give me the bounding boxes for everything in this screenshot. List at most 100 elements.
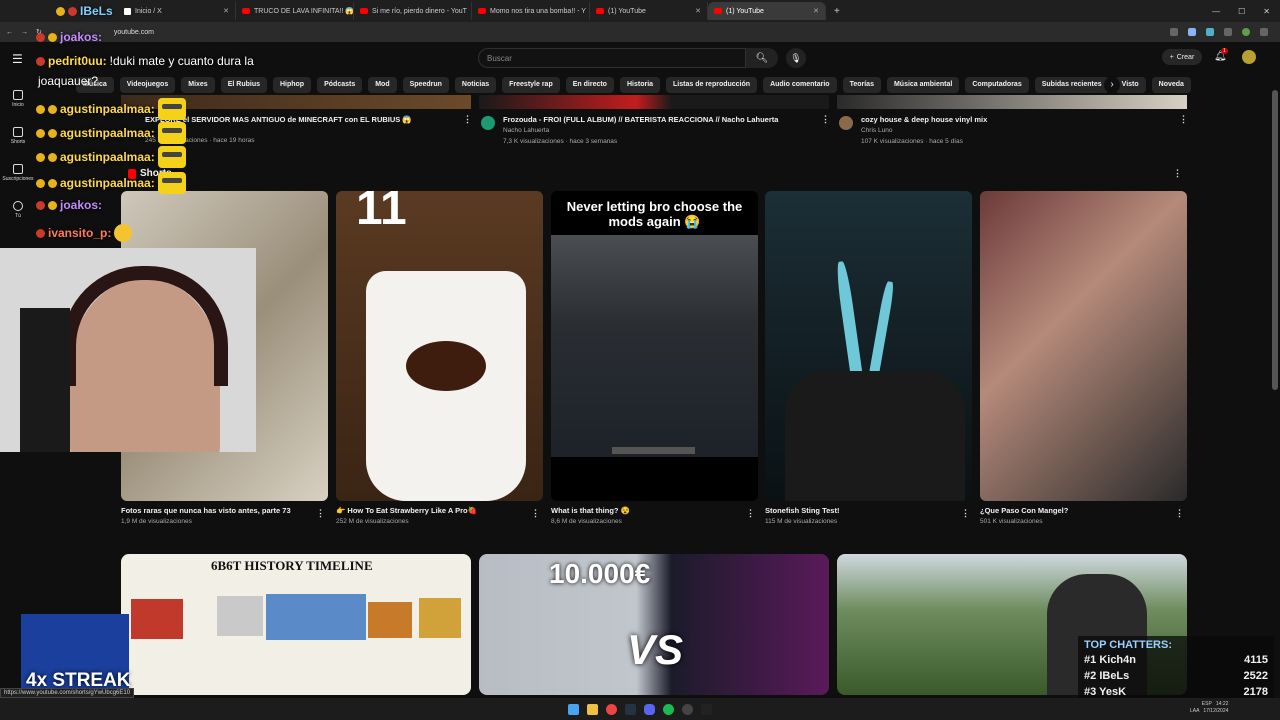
url-field[interactable]: youtube.com: [114, 29, 154, 36]
puzzle-icon[interactable]: [1224, 28, 1232, 36]
more-options-icon[interactable]: ⋮: [463, 114, 472, 125]
short-views: 1,9 M de visualizaciones: [121, 518, 192, 525]
chip-1[interactable]: Videojuegos: [119, 77, 176, 93]
chrome-icon[interactable]: [606, 703, 617, 715]
chip-3[interactable]: El Rubius: [220, 77, 267, 93]
video-thumbnail[interactable]: 6B6T HISTORY TIMELINE: [121, 554, 471, 695]
video-thumbnail[interactable]: [837, 95, 1187, 109]
sidebar-item-home[interactable]: Inicio: [0, 80, 36, 117]
new-tab-button[interactable]: +: [826, 6, 848, 17]
cast-icon[interactable]: [1170, 28, 1178, 36]
short-title[interactable]: 👉 How To Eat Strawberry Like A Pro🍓: [336, 506, 477, 515]
channel-name[interactable]: Nacho Lahuerta: [503, 127, 549, 134]
browser-tab-0[interactable]: Inicio / X ✕: [118, 2, 236, 20]
maximize-icon[interactable]: ☐: [1238, 7, 1245, 16]
chip-8[interactable]: Noticias: [454, 77, 497, 93]
video-thumbnail[interactable]: [479, 95, 829, 109]
chip-5[interactable]: Pódcasts: [317, 77, 363, 93]
more-options-icon[interactable]: ⋮: [746, 508, 755, 519]
browser-tab-4[interactable]: (1) YouTube ✕: [590, 2, 708, 20]
chip-4[interactable]: Hiphop: [272, 77, 312, 93]
mic-icon: 🎙︎: [790, 52, 802, 63]
back-icon[interactable]: ←: [6, 29, 13, 36]
more-icon[interactable]: [1260, 28, 1268, 36]
scrollbar[interactable]: [1272, 90, 1278, 390]
channel-avatar[interactable]: [481, 116, 495, 130]
notifications-button[interactable]: 🔔︎ 1: [1214, 48, 1228, 62]
chip-10[interactable]: En directo: [565, 77, 614, 93]
star-icon[interactable]: [1188, 28, 1196, 36]
chat-message: pedrit0uu: !duki mate y cuanto dura la: [36, 54, 254, 68]
badge-icon: [36, 228, 45, 238]
steam-icon[interactable]: [625, 703, 636, 715]
minimize-icon[interactable]: —: [1212, 7, 1220, 16]
search-input[interactable]: Buscar: [478, 48, 746, 68]
spotify-icon[interactable]: [663, 703, 674, 715]
browser-tab-5[interactable]: (1) YouTube ✕: [708, 2, 826, 20]
channel-name[interactable]: Chris Luno: [861, 127, 892, 134]
short-thumbnail[interactable]: [765, 191, 972, 501]
close-window-icon[interactable]: ✕: [1263, 7, 1270, 16]
chip-14[interactable]: Teorías: [842, 77, 881, 93]
channel-avatar[interactable]: [839, 116, 853, 130]
extension-icon[interactable]: [1206, 28, 1214, 36]
browser-tab-3[interactable]: Momo nos tira una bomba!! - Y✕: [472, 2, 590, 20]
more-options-icon[interactable]: ⋮: [1175, 508, 1184, 519]
menu-icon[interactable]: ☰: [12, 52, 23, 66]
chip-19[interactable]: Noveda: [1151, 77, 1191, 93]
more-options-icon[interactable]: ⋮: [961, 508, 970, 519]
chip-17[interactable]: Subidas recientes: [1034, 77, 1109, 93]
video-meta: 7,3 K visualizaciones · hace 3 semanas: [503, 138, 618, 145]
chip-7[interactable]: Speedrun: [402, 77, 449, 93]
browser-tab-1[interactable]: TRUCO DE LAVA INFINITA!! 😱✕: [236, 2, 354, 20]
short-title[interactable]: Fotos raras que nunca has visto antes, p…: [121, 506, 291, 515]
you-icon: [13, 200, 23, 211]
profile-icon[interactable]: [1242, 28, 1250, 36]
file-explorer-icon[interactable]: [587, 703, 598, 715]
chip-2[interactable]: Mixes: [181, 77, 215, 93]
chip-9[interactable]: Freestyle rap: [502, 77, 560, 93]
video-title[interactable]: Frozouda - FROI (FULL ALBUM) // BATERIST…: [503, 115, 778, 124]
sidebar-item-subscriptions[interactable]: Suscripciones: [0, 154, 36, 191]
chip-15[interactable]: Música ambiental: [886, 77, 960, 93]
obs-icon[interactable]: [682, 703, 693, 715]
more-options-icon[interactable]: ⋮: [1179, 114, 1188, 125]
top-chatter-row: #1 Kich4n 4115: [1084, 654, 1268, 666]
search-button[interactable]: 🔍︎: [746, 48, 778, 68]
close-icon[interactable]: ✕: [813, 7, 819, 15]
chip-6[interactable]: Mod: [368, 77, 397, 93]
close-icon[interactable]: ✕: [223, 7, 229, 15]
window-controls: — ☐ ✕: [1212, 7, 1280, 16]
chip-12[interactable]: Listas de reproducción: [666, 77, 758, 93]
more-options-icon[interactable]: ⋮: [821, 114, 830, 125]
sidebar-item-shorts[interactable]: Shorts: [0, 117, 36, 154]
video-thumbnail[interactable]: 10.000€ VS: [479, 554, 829, 695]
video-title[interactable]: cozy house & deep house vinyl mix: [861, 115, 987, 124]
mic-button[interactable]: 🎙︎: [786, 48, 806, 68]
more-options-icon[interactable]: ⋮: [1173, 168, 1182, 179]
short-thumbnail[interactable]: 11: [336, 191, 543, 501]
chip-13[interactable]: Audio comentario: [763, 77, 837, 93]
short-title[interactable]: ¿Que Paso Con Mangel?: [980, 506, 1068, 515]
chevron-right-icon[interactable]: ›: [1104, 77, 1120, 93]
discord-icon[interactable]: [644, 703, 655, 715]
browser-tab-2[interactable]: Si me río, pierdo dinero - YouT✕: [354, 2, 472, 20]
chip-11[interactable]: Historia: [619, 77, 661, 93]
short-thumbnail[interactable]: [980, 191, 1187, 501]
timeline-block: [266, 594, 366, 640]
more-options-icon[interactable]: ⋮: [531, 508, 540, 519]
avatar[interactable]: [1242, 50, 1256, 64]
more-options-icon[interactable]: ⋮: [316, 508, 325, 519]
short-title[interactable]: Stonefish Sting Test!: [765, 506, 839, 515]
close-icon[interactable]: ✕: [695, 7, 701, 15]
windows-start-icon[interactable]: [568, 703, 579, 715]
sidebar-item-you[interactable]: Tú: [0, 191, 36, 228]
forward-icon[interactable]: →: [21, 29, 28, 36]
badge-icon: [48, 152, 57, 162]
chip-16[interactable]: Computadoras: [965, 77, 1029, 93]
create-button[interactable]: + Crear: [1162, 49, 1202, 65]
epic-icon[interactable]: [701, 703, 712, 715]
timeline-block: [368, 602, 412, 638]
short-thumbnail[interactable]: Never letting bro choose the mods again …: [551, 191, 758, 501]
short-title[interactable]: What is that thing? 😵: [551, 506, 630, 515]
